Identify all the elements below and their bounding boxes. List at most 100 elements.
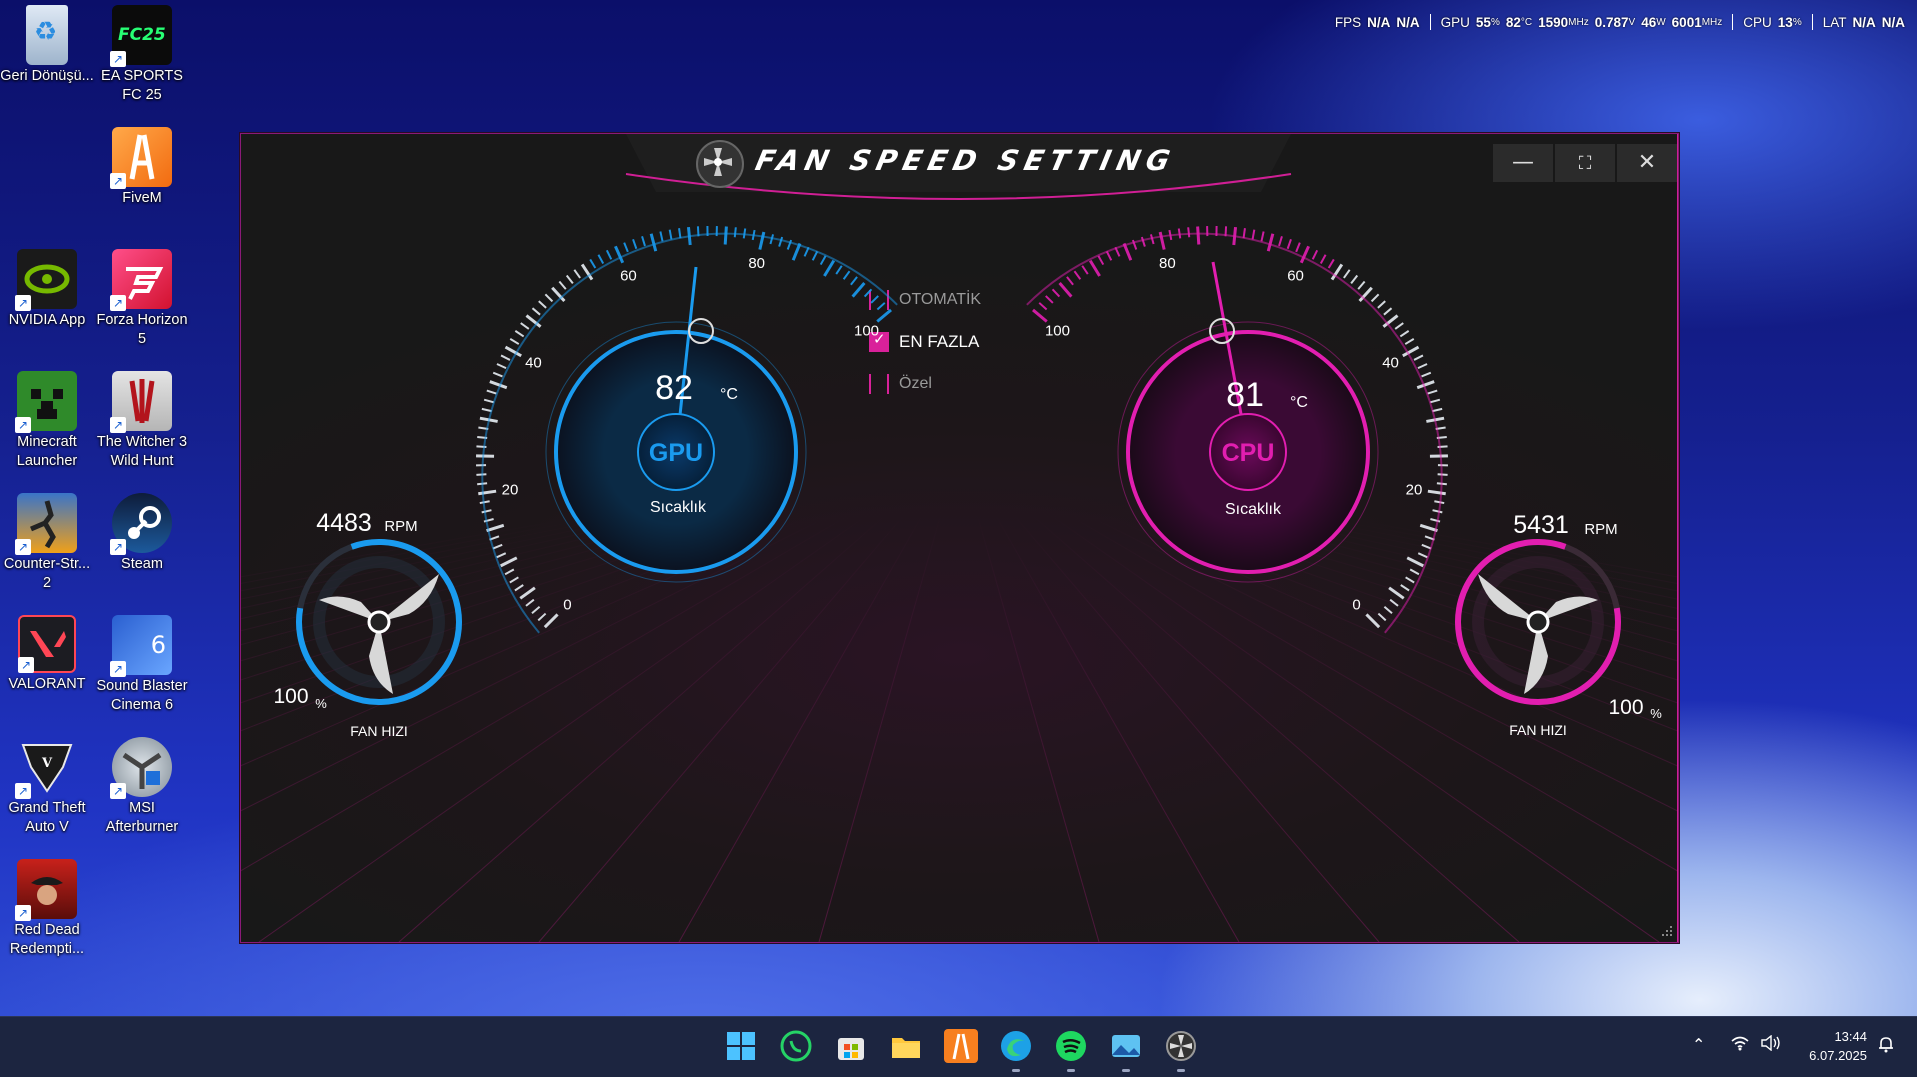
fps-value-2: N/A <box>1396 14 1420 30</box>
gpu-util: 55 <box>1475 14 1491 30</box>
cpu-scale-label: 0 <box>1352 597 1360 614</box>
wifi-icon[interactable] <box>1730 1035 1750 1055</box>
gpu-memory-clock: 6001 <box>1671 14 1702 30</box>
lat-label: LAT <box>1822 14 1847 30</box>
windows-start-icon[interactable] <box>724 1029 758 1063</box>
shortcut-arrow-icon: ↗ <box>110 417 126 433</box>
gpu-rpm-unit: RPM <box>384 518 417 535</box>
shortcut-arrow-icon: ↗ <box>15 539 31 555</box>
counter-strike-icon: ↗ <box>15 493 77 555</box>
shortcut-arrow-icon: ↗ <box>110 539 126 555</box>
fan-speed-window: FAN SPEED SETTING — ⛶ ✕ OTOMATİK EN FAZL… <box>240 133 1679 943</box>
fivem-icon[interactable] <box>944 1029 978 1063</box>
cpu-fan: 5431 RPM 100 % FAN HIZI <box>1455 511 1662 738</box>
gpu-fan-pct-unit: % <box>315 696 327 711</box>
taskbar: ⌃ 13:44 6.07.2025 <box>0 1016 1917 1077</box>
lat-value-1: N/A <box>1852 14 1876 30</box>
nvidia-icon: ↗ <box>15 249 77 311</box>
desktop-icon-msi-afterburner[interactable]: ↗ MSI Afterburner <box>94 737 190 837</box>
desktop-icon-fivem[interactable]: ↗ FiveM <box>94 127 190 208</box>
cpu-fan-label: FAN HIZI <box>1509 722 1567 738</box>
cpu-temp-label: Sıcaklık <box>1225 501 1282 518</box>
valorant-icon: ↗ <box>18 615 76 673</box>
file-explorer-icon[interactable] <box>889 1029 923 1063</box>
desktop-icon-sound-blaster[interactable]: 6 ↗ Sound Blaster Cinema 6 <box>94 615 190 715</box>
gpu-temp-unit: °C <box>720 386 738 403</box>
msi-afterburner-icon: ↗ <box>110 737 172 799</box>
desktop-icon-gta5[interactable]: V ↗ Grand Theft Auto V <box>0 737 95 837</box>
gpu-label: GPU <box>1440 14 1470 30</box>
shortcut-arrow-icon: ↗ <box>110 661 126 677</box>
witcher-icon: ↗ <box>110 371 172 433</box>
desktop-icon-recycle-bin[interactable]: ♻ Geri Dönüşü... <box>0 5 95 86</box>
desktop-icon-witcher[interactable]: ↗ The Witcher 3 Wild Hunt <box>94 371 190 471</box>
clock-time: 13:44 <box>1834 1029 1867 1044</box>
cpu-temp: 81 <box>1226 376 1264 414</box>
gpu-scale-label: 60 <box>620 268 637 285</box>
forza-icon: ↗ <box>110 249 172 311</box>
running-indicator <box>1012 1069 1020 1072</box>
fan-speed-app-icon[interactable] <box>1164 1029 1198 1063</box>
gpu-scale-label: 40 <box>525 355 542 372</box>
desktop-icon-fc25[interactable]: FC25 ↗ EA SPORTS FC 25 <box>94 5 190 105</box>
cpu-scale-label: 60 <box>1287 268 1304 285</box>
gpu-temp: 82 <box>1505 14 1521 30</box>
cpu-gauge: CPU 81 °C Sıcaklık 0 20 40 60 80 100 <box>1026 226 1448 634</box>
gpu-rpm: 4483 <box>316 509 372 537</box>
desktop-icon-forza[interactable]: ↗ Forza Horizon 5 <box>94 249 190 349</box>
chevron-up-icon[interactable]: ⌃ <box>1692 1035 1705 1054</box>
fps-value-1: N/A <box>1367 14 1391 30</box>
resize-grip-icon[interactable] <box>1662 926 1672 936</box>
gauges-layer: GPU 82 °C Sıcaklık 0 20 40 60 80 100 4483 RPM… <box>273 226 1672 936</box>
shortcut-arrow-icon: ↗ <box>110 51 126 67</box>
sound-blaster-icon: 6 ↗ <box>110 615 172 677</box>
gpu-label: GPU <box>649 439 703 467</box>
svg-text:V: V <box>41 756 53 771</box>
cpu-scale-label: 20 <box>1406 481 1423 498</box>
desktop-icon-minecraft[interactable]: ↗ Minecraft Launcher <box>0 371 95 471</box>
notification-bell-icon[interactable] <box>1877 1035 1895 1057</box>
volume-icon[interactable] <box>1760 1034 1782 1055</box>
cpu-fan-pct: 100 <box>1608 696 1643 719</box>
microsoft-store-icon[interactable] <box>834 1029 868 1063</box>
divider <box>1429 14 1431 30</box>
shortcut-arrow-icon: ↗ <box>110 173 126 189</box>
shortcut-arrow-icon: ↗ <box>15 295 31 311</box>
shortcut-arrow-icon: ↗ <box>110 295 126 311</box>
photos-icon[interactable] <box>1109 1029 1143 1063</box>
gpu-temp: 82 <box>655 369 693 407</box>
cpu-temp-unit: °C <box>1290 394 1308 411</box>
cpu-scale-label: 100 <box>1045 323 1070 340</box>
gpu-temp-label: Sıcaklık <box>650 499 707 516</box>
cpu-scale-label: 40 <box>1382 355 1399 372</box>
edge-icon[interactable] <box>999 1029 1033 1063</box>
clock[interactable]: 13:44 6.07.2025 <box>1809 1027 1867 1065</box>
desktop-icon-steam[interactable]: ↗ Steam <box>94 493 190 574</box>
cpu-rpm: 5431 <box>1513 511 1569 539</box>
gpu-scale-label: 80 <box>748 255 765 272</box>
running-indicator <box>1067 1069 1075 1072</box>
running-indicator <box>1122 1069 1130 1072</box>
desktop-icon-red-dead[interactable]: ↗ Red Dead Redempti... <box>0 859 95 959</box>
cpu-label: CPU <box>1743 14 1772 30</box>
clock-date: 6.07.2025 <box>1809 1048 1867 1063</box>
gpu-clock: 1590 <box>1538 14 1569 30</box>
gpu-fan-icon <box>319 574 439 694</box>
shortcut-arrow-icon: ↗ <box>15 783 31 799</box>
whatsapp-icon[interactable] <box>779 1029 813 1063</box>
spotify-icon[interactable] <box>1054 1029 1088 1063</box>
desktop-icon-valorant[interactable]: ↗ VALORANT <box>0 615 95 694</box>
shortcut-arrow-icon: ↗ <box>110 783 126 799</box>
lat-value-2: N/A <box>1881 14 1905 30</box>
cpu-scale-label: 80 <box>1159 255 1176 272</box>
minecraft-icon: ↗ <box>15 371 77 433</box>
fps-label: FPS <box>1334 14 1362 30</box>
desktop-icon-counter-strike[interactable]: ↗ Counter-Str... 2 <box>0 493 95 593</box>
shortcut-arrow-icon: ↗ <box>15 417 31 433</box>
steam-icon: ↗ <box>110 493 172 555</box>
red-dead-icon: ↗ <box>15 859 77 921</box>
divider <box>1811 14 1813 30</box>
cpu-fan-pct-unit: % <box>1650 706 1662 721</box>
gpu-scale-label: 0 <box>563 597 571 614</box>
desktop-icon-nvidia[interactable]: ↗ NVIDIA App <box>0 249 95 330</box>
